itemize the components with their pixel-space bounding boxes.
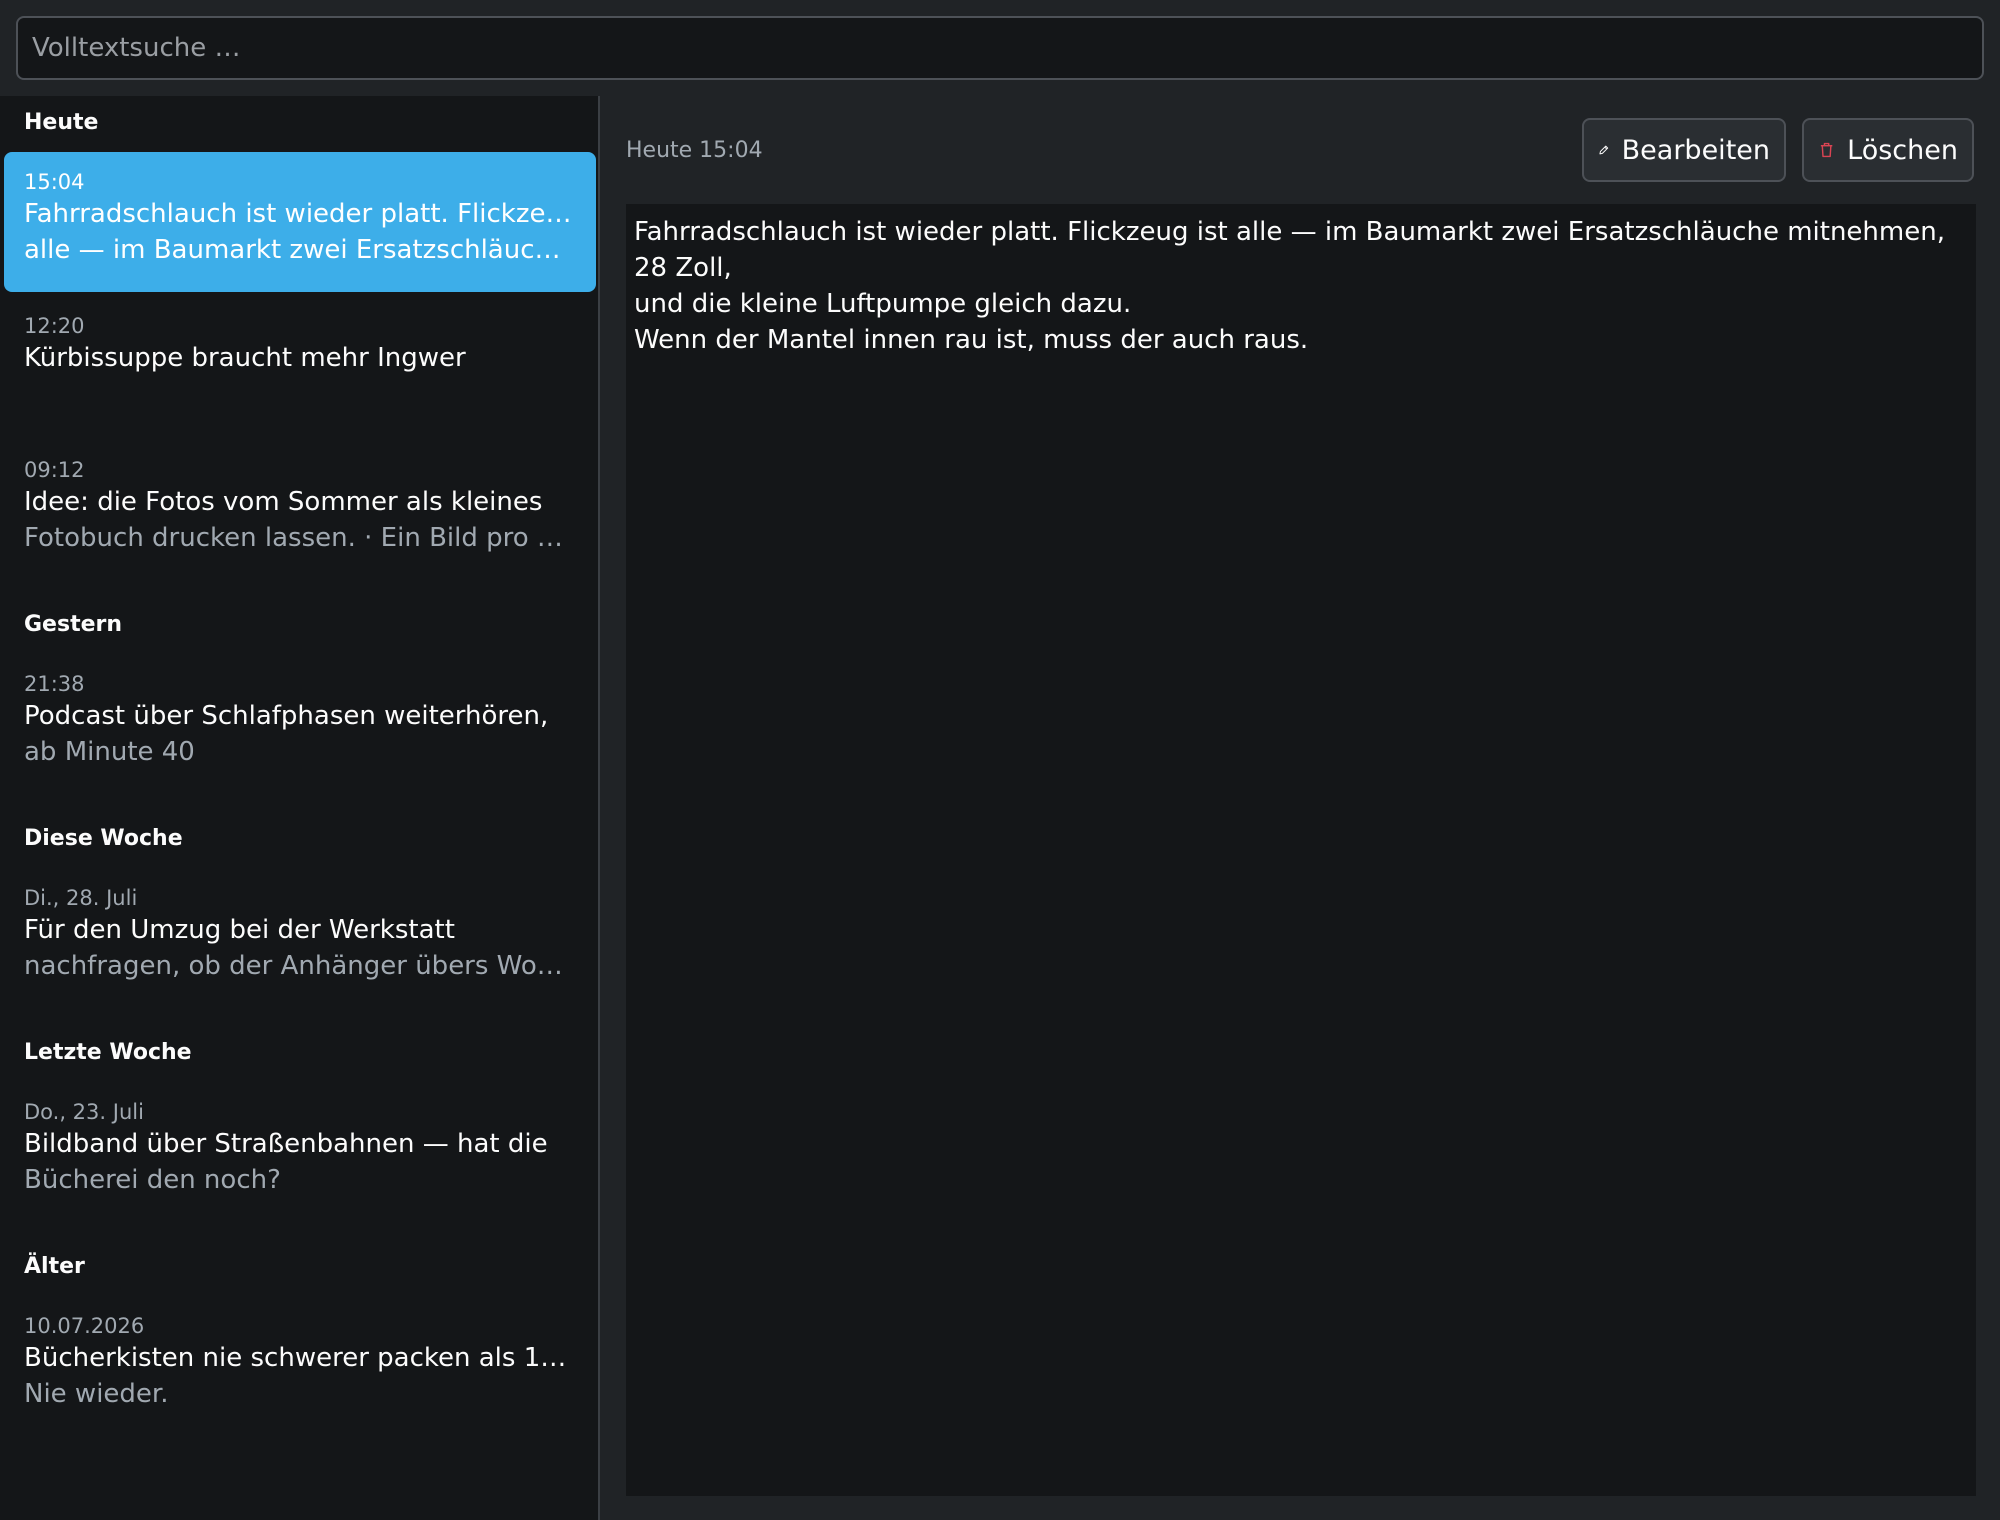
note-list-item[interactable]: 21:38 Podcast über Schlafphasen weiterhö… — [4, 654, 596, 794]
note-body-line: Fahrradschlauch ist wieder platt. Flickz… — [634, 217, 1945, 283]
note-preview: nachfragen, ob der Anhänger übers Woche… — [24, 951, 576, 981]
delete-button-label: Löschen — [1847, 134, 1958, 166]
note-title: Kürbissuppe braucht mehr Ingwer — [24, 343, 466, 373]
note-list-item[interactable]: 10.07.2026 Bücherkisten nie schwerer pac… — [4, 1296, 596, 1436]
edit-button-label: Bearbeiten — [1621, 134, 1770, 166]
group-heading-last-week: Letzte Woche — [24, 1040, 192, 1065]
note-time: Do., 23. Juli — [24, 1100, 144, 1124]
edit-button[interactable]: Bearbeiten — [1582, 118, 1786, 182]
note-time: 10.07.2026 — [24, 1314, 145, 1338]
group-heading-yesterday: Gestern — [24, 612, 123, 637]
note-preview: Fotobuch drucken lassen. · Ein Bild pro … — [24, 523, 576, 553]
note-list-item[interactable]: Di., 28. Juli Für den Umzug bei der Werk… — [4, 868, 596, 1008]
group-heading-older: Älter — [24, 1254, 85, 1279]
note-preview: ab Minute 40 — [24, 737, 195, 767]
note-timestamp: Heute 15:04 — [626, 138, 763, 163]
note-content-area[interactable]: Fahrradschlauch ist wieder platt. Flickz… — [626, 204, 1976, 1496]
note-list-item[interactable]: 12:20 Kürbissuppe braucht mehr Ingwer — [4, 296, 596, 436]
note-preview: Nie wieder. — [24, 1379, 169, 1409]
notes-sidebar[interactable]: Heute 15:04 Fahrradschlauch ist wieder p… — [0, 96, 600, 1520]
note-time: Di., 28. Juli — [24, 886, 138, 910]
note-time: 21:38 — [24, 672, 85, 696]
note-time: 15:04 — [24, 170, 85, 194]
note-list-item[interactable]: 09:12 Idee: die Fotos vom Sommer als kle… — [4, 440, 596, 580]
group-heading-today: Heute — [24, 110, 99, 135]
note-time: 12:20 — [24, 314, 85, 338]
note-title: Fahrradschlauch ist wieder platt. Flickz… — [24, 199, 576, 229]
note-title: Bücherkisten nie schwerer packen als 15 … — [24, 1343, 576, 1373]
delete-button[interactable]: Löschen — [1802, 118, 1974, 182]
note-list-item[interactable]: Do., 23. Juli Bildband über Straßenbahne… — [4, 1082, 596, 1222]
note-body-line: und die kleine Luftpumpe gleich dazu. — [634, 289, 1132, 319]
note-title: Für den Umzug bei der Werkstatt — [24, 915, 455, 945]
note-title: Podcast über Schlafphasen weiterhören, — [24, 701, 549, 731]
search-input[interactable] — [32, 33, 1968, 63]
trash-icon — [1820, 142, 1833, 158]
note-preview: alle — im Baumarkt zwei Ersatzschläuche … — [24, 235, 576, 265]
note-list-item[interactable]: 15:04 Fahrradschlauch ist wieder platt. … — [4, 152, 596, 292]
pencil-icon — [1599, 145, 1609, 155]
note-title: Bildband über Straßenbahnen — hat die — [24, 1129, 548, 1159]
search-field[interactable] — [16, 16, 1984, 80]
note-title: Idee: die Fotos vom Sommer als kleines — [24, 487, 543, 517]
note-body-line: Wenn der Mantel innen rau ist, muss der … — [634, 325, 1309, 355]
note-preview: Bücherei den noch? — [24, 1165, 281, 1195]
note-time: 09:12 — [24, 458, 85, 482]
group-heading-this-week: Diese Woche — [24, 826, 183, 851]
search-bar — [0, 0, 2000, 96]
